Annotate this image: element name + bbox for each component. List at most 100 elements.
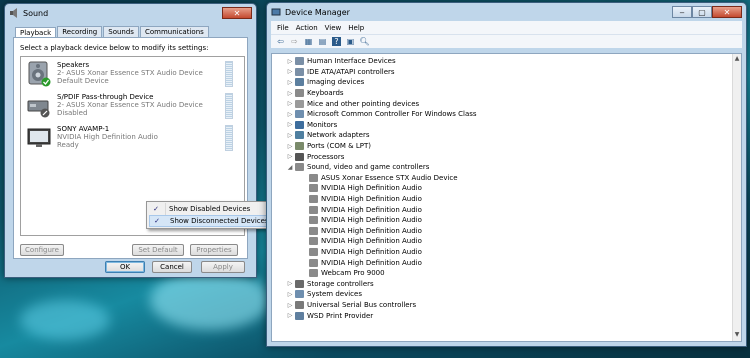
tree-category[interactable]: ▷ Storage controllers [286, 279, 374, 290]
spdif-device-icon [27, 100, 50, 118]
update-driver-icon: ▣ [346, 37, 355, 46]
tree-label: Human Interface Devices [307, 57, 396, 66]
menu-help[interactable]: Help [348, 24, 364, 32]
tree-category[interactable]: ▷ System devices [286, 289, 362, 300]
tab-recording[interactable]: Recording [57, 26, 103, 37]
tree-category[interactable]: ▷ Imaging devices [286, 77, 364, 88]
expand-arrow-icon[interactable]: ▷ [286, 68, 294, 75]
tree-device[interactable]: NVIDIA High Definition Audio [300, 194, 422, 205]
expand-arrow-icon[interactable]: ▷ [286, 302, 294, 309]
maximize-button[interactable]: ▢ [692, 6, 712, 18]
tree-category[interactable]: ▷ Processors [286, 151, 344, 162]
expand-arrow-icon[interactable]: ▷ [286, 79, 294, 86]
device-category-icon [295, 290, 304, 299]
expand-arrow-icon[interactable]: ▷ [286, 132, 294, 139]
tree-device[interactable]: ASUS Xonar Essence STX Audio Device [300, 173, 458, 184]
tree-label: Sound, video and game controllers [307, 163, 430, 172]
tree-category[interactable]: ▷ Microsoft Common Controller For Windows… [286, 109, 477, 120]
expand-arrow-icon[interactable]: ▷ [286, 312, 294, 319]
close-icon: ✕ [723, 7, 731, 17]
apply-button[interactable]: Apply [201, 261, 245, 273]
update-driver-button[interactable]: ▣ [345, 36, 356, 47]
ok-button[interactable]: OK [105, 261, 145, 273]
tree-category[interactable]: ▷ Universal Serial Bus controllers [286, 300, 416, 311]
expand-arrow-icon[interactable]: ▷ [286, 90, 294, 97]
device-driver: NVIDIA High Definition Audio [57, 133, 158, 141]
close-button[interactable]: ✕ [222, 7, 252, 19]
tree-label: NVIDIA High Definition Audio [321, 195, 422, 204]
tree-category[interactable]: ▷ Mice and other pointing devices [286, 98, 419, 109]
expand-arrow-icon[interactable]: ▷ [286, 58, 294, 65]
back-button[interactable]: ⇦ [275, 36, 286, 47]
tree-label: Webcam Pro 9000 [321, 269, 385, 278]
tree-category[interactable]: ▷ Ports (COM & LPT) [286, 141, 371, 152]
menu-view[interactable]: View [325, 24, 342, 32]
maximize-icon: ▢ [698, 7, 706, 17]
device-status: Ready [57, 141, 79, 149]
device-status: Disabled [57, 109, 88, 117]
expand-arrow-icon[interactable]: ▷ [286, 100, 294, 107]
device-driver: 2- ASUS Xonar Essence STX Audio Device [57, 101, 203, 109]
expand-arrow-icon[interactable]: ▷ [286, 280, 294, 287]
tree-device[interactable]: Webcam Pro 9000 [300, 268, 385, 279]
device-category-icon [295, 78, 304, 87]
window-title: Device Manager [285, 7, 350, 17]
menu-file[interactable]: File [277, 24, 289, 32]
properties-toolbar-button[interactable]: ▤ [317, 36, 328, 47]
tree-category[interactable]: ▷ WSD Print Provider [286, 310, 373, 321]
menu-action[interactable]: Action [296, 24, 318, 32]
tree-category[interactable]: ▷ Monitors [286, 120, 337, 131]
expand-arrow-icon[interactable]: ▷ [286, 121, 294, 128]
device-category-icon [309, 269, 318, 278]
close-button[interactable]: ✕ [712, 6, 742, 18]
scroll-up-icon[interactable]: ▲ [733, 55, 741, 64]
device-item-spdif[interactable]: S/PDIF Pass-through Device 2- ASUS Xonar… [25, 93, 237, 123]
scan-hardware-button[interactable]: 🔍︎ [359, 36, 370, 47]
tree-category[interactable]: ▷ IDE ATA/ATAPI controllers [286, 67, 395, 78]
expand-arrow-icon[interactable]: ▷ [286, 153, 294, 160]
set-default-button[interactable]: Set Default [132, 244, 184, 256]
device-tree[interactable]: ▲ ▼ ▷ Human Interface Devices ▷ IDE ATA/ATA… [271, 53, 742, 342]
tree-device[interactable]: NVIDIA High Definition Audio [300, 226, 422, 237]
tree-device[interactable]: NVIDIA High Definition Audio [300, 183, 422, 194]
tree-device[interactable]: NVIDIA High Definition Audio [300, 257, 422, 268]
tree-category[interactable]: ▷ Human Interface Devices [286, 56, 396, 67]
minimize-button[interactable]: ‒ [672, 6, 692, 18]
tree-label: Imaging devices [307, 78, 365, 87]
configure-button[interactable]: Configure [20, 244, 64, 256]
expand-arrow-icon[interactable]: ◢ [286, 164, 294, 171]
help-button[interactable]: ? [331, 36, 342, 47]
forward-button[interactable]: ⇨ [289, 36, 300, 47]
tree-label: Mice and other pointing devices [307, 99, 420, 108]
tree-device[interactable]: NVIDIA High Definition Audio [300, 247, 422, 258]
tree-label: NVIDIA High Definition Audio [321, 184, 422, 193]
tree-category[interactable]: ▷ Keyboards [286, 88, 344, 99]
device-item-sony[interactable]: SONY AVAMP-1 NVIDIA High Definition Audi… [25, 125, 237, 155]
device-category-icon [295, 311, 304, 320]
expand-arrow-icon[interactable]: ▷ [286, 111, 294, 118]
tree-device[interactable]: NVIDIA High Definition Audio [300, 215, 422, 226]
cancel-button[interactable]: Cancel [152, 261, 192, 273]
tree-category[interactable]: ▷ Network adapters [286, 130, 370, 141]
speaker-icon [10, 8, 17, 18]
tree-device[interactable]: NVIDIA High Definition Audio [300, 236, 422, 247]
device-item-speakers[interactable]: Speakers 2- ASUS Xonar Essence STX Audio… [25, 61, 237, 91]
show-hide-console-button[interactable]: ▦ [303, 36, 314, 47]
tab-sounds[interactable]: Sounds [103, 26, 139, 37]
properties-button[interactable]: Properties [190, 244, 238, 256]
tree-category[interactable]: ◢ Sound, video and game controllers [286, 162, 429, 173]
expand-arrow-icon[interactable]: ▷ [286, 143, 294, 150]
tree-label: NVIDIA High Definition Audio [321, 226, 422, 235]
vertical-scrollbar[interactable]: ▲ ▼ [732, 54, 741, 341]
menu-bar: File Action View Help [271, 21, 742, 34]
device-category-icon [309, 173, 318, 182]
tree-device[interactable]: NVIDIA High Definition Audio [300, 204, 422, 215]
menu-item-label: Show Disconnected Devices [170, 217, 269, 225]
scroll-down-icon[interactable]: ▼ [733, 331, 741, 340]
speaker-icon [28, 61, 51, 87]
sound-titlebar: Sound ✕ [5, 4, 256, 22]
close-icon: ✕ [233, 8, 241, 18]
expand-arrow-icon[interactable]: ▷ [286, 291, 294, 298]
device-category-icon [295, 131, 304, 140]
tab-communications[interactable]: Communications [139, 26, 209, 37]
